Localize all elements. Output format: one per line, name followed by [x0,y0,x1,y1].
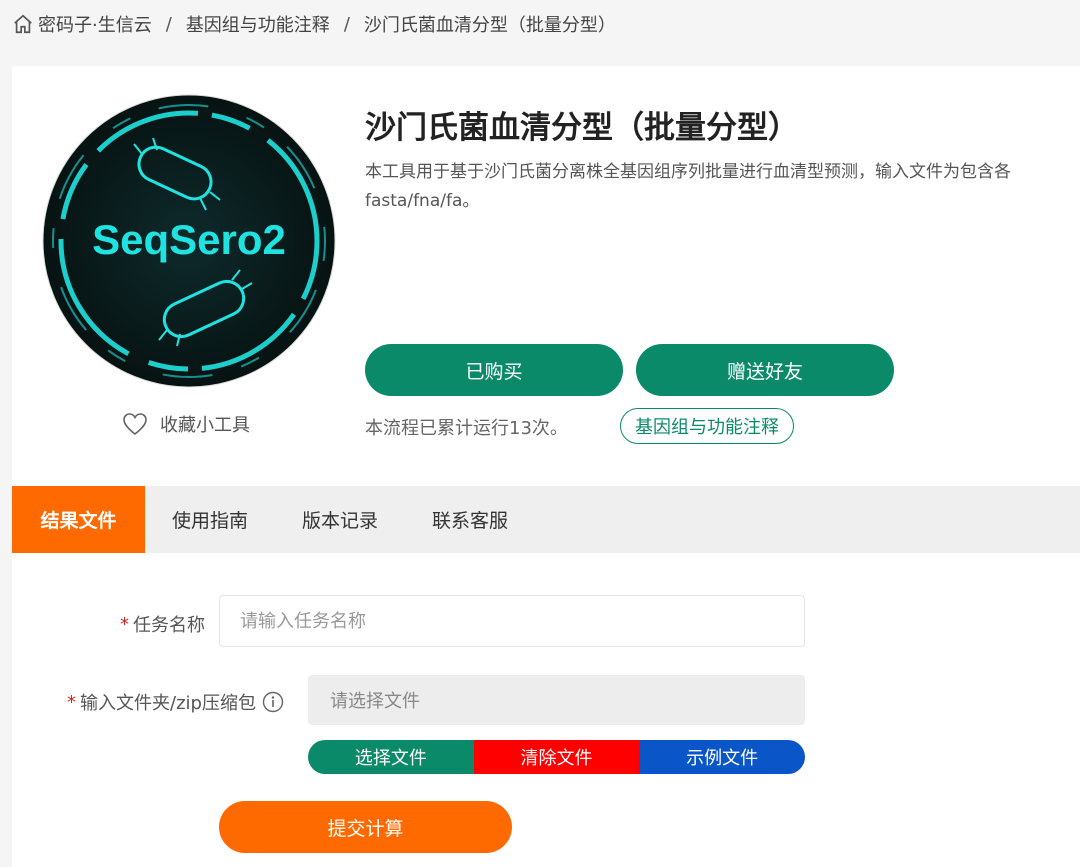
required-mark: * [67,691,76,713]
category-tag[interactable]: 基因组与功能注释 [620,408,794,444]
bought-button[interactable]: 已购买 [365,344,623,396]
tab-version-history[interactable]: 版本记录 [275,486,405,553]
clear-file-button[interactable]: 清除文件 [473,740,640,774]
tool-logo: SeqSero2 [42,94,336,388]
tool-card: SeqSero2 收藏小工具 沙门氏菌血清分型（批量分型） 本工具用于基于沙门氏… [12,66,1080,486]
breadcrumb-category[interactable]: 基因组与功能注释 [186,11,330,37]
task-name-label-text: 任务名称 [133,615,205,636]
run-count: 本流程已累计运行13次。 [365,418,568,439]
sample-file-button[interactable]: 示例文件 [639,740,805,774]
input-file-label: * 输入文件夹/zip压缩包 [67,689,284,715]
select-file-button[interactable]: 选择文件 [308,740,474,774]
input-file-label-text: 输入文件夹/zip压缩包 [80,693,256,714]
breadcrumb-separator: / [343,13,350,35]
tab-bar: 结果文件 使用指南 版本记录 联系客服 [12,486,1080,553]
favorite-label: 收藏小工具 [160,415,250,436]
logo-text: SeqSero2 [92,216,286,263]
submit-button[interactable]: 提交计算 [219,801,512,853]
info-icon[interactable] [262,691,284,713]
description-line: fasta/fna/fa。 [365,191,480,211]
home-icon[interactable] [12,13,34,35]
tab-contact-support[interactable]: 联系客服 [405,486,535,553]
favorite-tool[interactable]: 收藏小工具 [122,411,250,437]
breadcrumb-separator: / [165,13,172,35]
file-button-group: 选择文件 清除文件 示例文件 [308,740,805,774]
required-mark: * [120,613,129,635]
breadcrumb-home[interactable]: 密码子·生信云 [38,11,152,37]
tab-user-guide[interactable]: 使用指南 [145,486,275,553]
description-line: 本工具用于基于沙门氏菌分离株全基因组序列批量进行血清型预测，输入文件为包含各 [365,162,1011,182]
tab-result-files[interactable]: 结果文件 [12,486,145,553]
file-path-display[interactable]: 请选择文件 [308,675,805,725]
task-form: * 任务名称 * 输入文件夹/zip压缩包 请选择文件 选择文件 清除文件 示例… [12,553,1080,867]
task-name-label: * 任务名称 [120,611,205,637]
gift-friend-button[interactable]: 赠送好友 [636,344,894,396]
heart-icon[interactable] [122,412,148,436]
task-name-input[interactable] [219,595,805,647]
tool-description: 本工具用于基于沙门氏菌分离株全基因组序列批量进行血清型预测，输入文件为包含各 f… [365,158,1080,218]
tool-title: 沙门氏菌血清分型（批量分型） [365,110,799,146]
breadcrumb: 密码子·生信云 / 基因组与功能注释 / 沙门氏菌血清分型（批量分型） [12,10,616,38]
breadcrumb-current: 沙门氏菌血清分型（批量分型） [363,15,616,36]
